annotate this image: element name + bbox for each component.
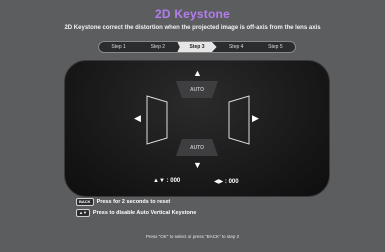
right-arrow-icon[interactable]: ▶	[252, 114, 259, 123]
updown-key-icon: ▲▼	[76, 209, 90, 217]
vertical-readout: ▲▼ : 000	[153, 178, 180, 184]
page-title: 2D Keystone	[155, 7, 230, 21]
back-key-icon: BACK	[76, 198, 94, 206]
left-arrow-icon[interactable]: ◀	[134, 114, 141, 123]
step-4: Step 4	[228, 44, 244, 50]
updown-hint: ▲▼ Press to disable Auto Vertical Keysto…	[76, 209, 196, 217]
step-2: Step 2	[150, 44, 166, 50]
step-5: Step 5	[268, 44, 283, 50]
left-keystone-shape-icon	[146, 95, 168, 145]
horizontal-readout: ◀▶ : 000	[214, 178, 239, 185]
keystone-panel	[64, 60, 330, 197]
vertical-value: : 000	[166, 178, 181, 184]
down-arrow-icon[interactable]: ▼	[193, 161, 202, 170]
step-1: Step 1	[111, 44, 126, 50]
back-hint: BACK Press for 2 seconds to reset	[76, 198, 170, 206]
page-subtitle: 2D Keystone correct the distortion when …	[64, 25, 321, 31]
right-keystone-shape-icon	[228, 95, 250, 145]
auto-top-button[interactable]: AUTO	[176, 81, 218, 98]
up-arrow-icon[interactable]: ▲	[193, 69, 202, 78]
back-hint-text: Press for 2 seconds to reset	[96, 199, 171, 205]
up-down-icon: ▲▼	[153, 178, 165, 184]
auto-bottom-button[interactable]: AUTO	[176, 139, 218, 156]
step-3-active: Step 3	[177, 42, 217, 52]
updown-hint-text: Press to disable Auto Vertical Keystone	[92, 210, 197, 216]
horizontal-value: : 000	[224, 179, 239, 185]
step-progress-bar: Step 1 Step 2 Step 3 Step 4 Step 5	[98, 41, 296, 53]
footer-instructions: Press "OK" to select or press "BACK" to …	[145, 234, 240, 239]
left-right-icon: ◀▶	[214, 179, 224, 185]
